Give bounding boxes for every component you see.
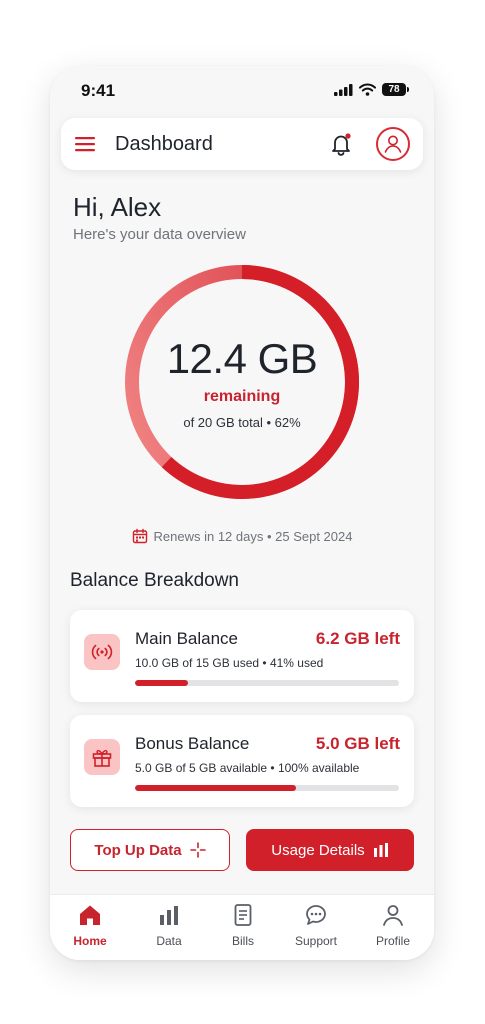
tab-label: Support (294, 934, 338, 948)
app-header: Dashboard (61, 118, 423, 170)
top-up-label: Top Up Data (94, 841, 182, 859)
wifi-icon (359, 83, 376, 96)
user-avatar-icon (384, 135, 402, 153)
bar-chart-icon (373, 843, 388, 857)
total-data-detail: of 20 GB total • 62% (183, 415, 301, 430)
balance-detail: 10.0 GB of 15 GB used • 41% used (135, 656, 324, 670)
renewal-text: Renews in 12 days • 25 Sept 2024 (153, 528, 353, 544)
tab-profile[interactable]: Profile (358, 903, 428, 948)
notifications-button[interactable] (327, 130, 355, 158)
balance-progress-track (135, 785, 399, 791)
ring-center: 12.4 GB remaining of 20 GB total • 62% (121, 261, 363, 503)
tab-support[interactable]: Support (281, 903, 351, 948)
balance-detail: 5.0 GB of 5 GB available • 100% availabl… (135, 761, 360, 775)
main-balance-card[interactable]: Main Balance 6.2 GB left 10.0 GB of 15 G… (70, 610, 414, 702)
person-icon (383, 905, 403, 926)
balance-progress-fill (135, 785, 297, 791)
remaining-data-value: 12.4 GB (166, 335, 318, 382)
bonus-balance-icon-box (84, 739, 120, 775)
status-time: 9:41 (81, 81, 116, 100)
tab-data[interactable]: Data (134, 903, 204, 948)
tab-label: Profile (375, 934, 410, 948)
document-icon (234, 904, 252, 926)
battery-indicator: 78 (382, 83, 409, 96)
tab-bills[interactable]: Bills (208, 903, 278, 948)
bottom-tab-bar: Home Data Bills Support Profile (50, 894, 434, 960)
balance-progress-track (135, 680, 399, 686)
phone-frame: 9:41 78 Dashboard Hi, Alex Here's your d… (50, 66, 434, 960)
tab-label: Home (73, 934, 107, 948)
status-bar: 9:41 78 (50, 66, 434, 114)
gift-icon (92, 749, 112, 767)
section-title-breakdown: Balance Breakdown (70, 570, 239, 591)
chat-support-icon (306, 905, 326, 925)
home-icon (80, 905, 100, 925)
remaining-label: remaining (203, 388, 281, 405)
bell-icon (332, 133, 351, 156)
balance-name: Main Balance (135, 629, 239, 648)
bonus-balance-card[interactable]: Bonus Balance 5.0 GB left 5.0 GB of 5 GB… (70, 715, 414, 807)
greeting-subtitle: Here's your data overview (73, 226, 246, 243)
avatar-button[interactable] (376, 127, 410, 161)
status-icons: 78 (334, 83, 409, 96)
calendar-icon (132, 528, 147, 544)
sparkle-plus-icon (189, 842, 206, 858)
top-up-data-button[interactable]: Top Up Data (70, 829, 230, 871)
usage-details-button[interactable]: Usage Details (246, 829, 414, 871)
greeting-title: Hi, Alex (73, 192, 162, 222)
hamburger-menu-icon (75, 137, 95, 152)
balance-progress-fill (135, 680, 188, 686)
balance-left: 6.2 GB left (315, 629, 400, 648)
menu-button[interactable] (73, 132, 97, 156)
cellular-signal-icon (334, 83, 353, 96)
tab-home[interactable]: Home (55, 903, 125, 948)
usage-details-label: Usage Details (271, 841, 365, 859)
balance-left: 5.0 GB left (315, 734, 400, 753)
balance-name: Bonus Balance (135, 734, 250, 753)
bar-chart-icon (160, 906, 178, 925)
tab-label: Bills (231, 934, 254, 948)
main-balance-icon-box (84, 634, 120, 670)
renewal-info: Renews in 12 days • 25 Sept 2024 (50, 528, 434, 544)
signal-waves-icon (91, 644, 113, 660)
tab-label: Data (156, 934, 182, 948)
page-title: Dashboard (115, 133, 213, 155)
